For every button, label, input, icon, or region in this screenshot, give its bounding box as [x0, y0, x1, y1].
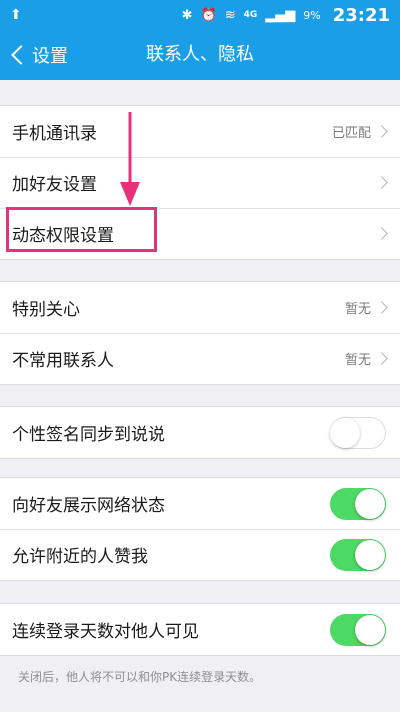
signature-sync-toggle[interactable] [330, 416, 386, 449]
chevron-left-icon [11, 45, 31, 65]
row-label: 手机通讯录 [12, 124, 97, 144]
battery-level: 9% [303, 8, 321, 22]
allow-nearby-likes-toggle[interactable] [330, 538, 386, 571]
show-network-status-toggle[interactable] [330, 487, 386, 520]
back-button[interactable]: 设置 [8, 30, 68, 80]
chevron-right-icon [375, 352, 388, 365]
chevron-right-icon [375, 227, 388, 240]
special-contacts-group: 特别关心 暂无 不常用联系人 暂无 [0, 281, 400, 385]
row-feed-permission-settings[interactable]: 动态权限设置 [0, 208, 400, 259]
row-label: 动态权限设置 [12, 226, 114, 246]
contacts-group: 手机通讯录 已匹配 加好友设置 动态权限设置 [0, 105, 400, 260]
alarm-icon: ⏰ [200, 7, 217, 23]
toggle-knob [355, 539, 385, 570]
chevron-right-icon [375, 301, 388, 314]
row-special-care[interactable]: 特别关心 暂无 [0, 282, 400, 333]
row-login-days-visible: 连续登录天数对他人可见 [0, 604, 400, 655]
row-signature-sync: 个性签名同步到说说 [0, 407, 400, 458]
nav-bar: 设置 联系人、隐私 [0, 30, 400, 80]
chevron-right-icon [375, 125, 388, 138]
signature-group: 个性签名同步到说说 [0, 406, 400, 459]
row-label: 向好友展示网络状态 [12, 496, 165, 516]
login-days-group: 连续登录天数对他人可见 [0, 603, 400, 656]
back-label: 设置 [32, 46, 68, 67]
wifi-icon: ≋ [224, 7, 236, 23]
row-label: 加好友设置 [12, 175, 97, 195]
row-allow-nearby-likes: 允许附近的人赞我 [0, 529, 400, 580]
row-value: 暂无 [344, 353, 371, 368]
network-type: 4G [243, 10, 258, 20]
chevron-right-icon [375, 176, 388, 189]
signal-icon: ▂▄▆ [265, 7, 296, 23]
status-bar: ⬆ ✱ ⏰ ≋ 4G ▂▄▆ 9% 23:21 [0, 0, 400, 30]
row-label: 不常用联系人 [12, 351, 114, 371]
visibility-group: 向好友展示网络状态 允许附近的人赞我 [0, 477, 400, 581]
bluetooth-icon: ✱ [181, 7, 193, 23]
toggle-knob [355, 614, 385, 645]
toggle-knob [355, 488, 385, 519]
clock: 23:21 [332, 4, 390, 26]
row-infrequent-contacts[interactable]: 不常用联系人 暂无 [0, 333, 400, 384]
row-show-network-status: 向好友展示网络状态 [0, 478, 400, 529]
row-label: 个性签名同步到说说 [12, 425, 165, 445]
toggle-knob [330, 417, 360, 448]
row-label: 允许附近的人赞我 [12, 547, 148, 567]
row-label: 特别关心 [12, 300, 80, 320]
row-phone-contacts[interactable]: 手机通讯录 已匹配 [0, 106, 400, 157]
row-value: 已匹配 [331, 126, 371, 141]
row-value: 暂无 [344, 302, 371, 317]
login-days-hint: 关闭后，他人将不可以和你PK连续登录天数。 [18, 670, 262, 684]
login-days-visible-toggle[interactable] [330, 613, 386, 646]
status-icons: ✱ ⏰ ≋ 4G ▂▄▆ 9% 23:21 [182, 5, 390, 26]
row-label: 连续登录天数对他人可见 [12, 622, 199, 642]
row-add-friend-settings[interactable]: 加好友设置 [0, 157, 400, 208]
upload-icon: ⬆ [10, 7, 22, 23]
